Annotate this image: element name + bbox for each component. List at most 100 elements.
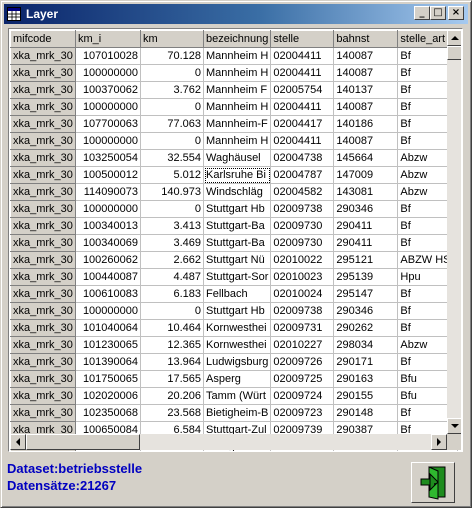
table-cell-km[interactable]: 70.128 [140, 47, 204, 65]
column-header-km[interactable]: km [140, 30, 204, 48]
table-cell-km[interactable]: 0 [140, 98, 204, 116]
table-cell-mifcode[interactable]: xka_mrk_30 [10, 404, 76, 422]
table-row[interactable]: xka_mrk_30 100000000 0 Stuttgart Hb 02009738… [10, 200, 459, 218]
table-cell-stelle[interactable]: 02009725 [270, 370, 335, 388]
table-cell-mifcode[interactable]: xka_mrk_30 [10, 98, 76, 116]
table-cell-bahnst[interactable]: 290262 [333, 319, 399, 337]
table-cell-km[interactable]: 32.554 [140, 149, 204, 167]
table-cell-stelle[interactable]: 02009738 [270, 302, 335, 320]
table-row[interactable]: xka_mrk_30 107010028 70.128 Mannheim H 02004… [10, 47, 459, 65]
table-cell-bahnst[interactable]: 290148 [333, 404, 399, 422]
table-cell-mifcode[interactable]: xka_mrk_30 [10, 166, 76, 184]
table-cell-stelle[interactable]: 02004582 [270, 183, 335, 201]
table-cell-km[interactable]: 6.183 [140, 285, 204, 303]
table-cell-bezeichnung[interactable]: Fellbach [203, 285, 272, 303]
table-cell-bezeichnung[interactable]: Stuttgart Nü [203, 251, 272, 269]
table-cell-km-i[interactable]: 100500012 [75, 166, 141, 184]
table-cell-km[interactable]: 13.964 [140, 353, 204, 371]
table-cell-stelle[interactable]: 02009738 [270, 200, 335, 218]
table-cell-bezeichnung[interactable]: Mannheim F [203, 81, 272, 99]
table-cell-km-i[interactable]: 101040064 [75, 319, 141, 337]
table-cell-stelle[interactable]: 02010227 [270, 336, 335, 354]
table-cell-bahnst[interactable]: 140087 [333, 132, 399, 150]
table-cell-km-i[interactable]: 100370062 [75, 81, 141, 99]
table-cell-km-i[interactable]: 101230065 [75, 336, 141, 354]
table-cell-bezeichnung[interactable]: Bietigheim-B [203, 404, 272, 422]
table-cell-bezeichnung[interactable]: Stuttgart Hb [203, 302, 272, 320]
table-cell-bahnst[interactable]: 290163 [333, 370, 399, 388]
table-cell-km-i[interactable]: 101750065 [75, 370, 141, 388]
table-cell-mifcode[interactable]: xka_mrk_30 [10, 353, 76, 371]
table-cell-bahnst[interactable]: 140186 [333, 115, 399, 133]
table-cell-stelle[interactable]: 02010024 [270, 285, 335, 303]
table-cell-km[interactable]: 2.662 [140, 251, 204, 269]
table-cell-bahnst[interactable]: 140087 [333, 47, 399, 65]
table-row[interactable]: xka_mrk_30 100000000 0 Mannheim H 02004411 14… [10, 98, 459, 116]
table-cell-km-i[interactable]: 107010028 [75, 47, 141, 65]
table-cell-bahnst[interactable]: 147009 [333, 166, 399, 184]
table-row[interactable]: xka_mrk_30 100000000 0 Stuttgart Hb 02009738… [10, 302, 459, 320]
column-header-mifcode[interactable]: mifcode [10, 30, 76, 48]
table-cell-mifcode[interactable]: xka_mrk_30 [10, 115, 76, 133]
table-cell-stelle[interactable]: 02010022 [270, 251, 335, 269]
column-header-bezeichnung[interactable]: bezeichnung [202, 30, 272, 48]
table-row[interactable]: xka_mrk_30 100340013 3.413 Stuttgart-Ba 0200… [10, 217, 459, 235]
table-cell-stelle[interactable]: 02009724 [270, 387, 335, 405]
table-cell-bahnst[interactable]: 290411 [333, 234, 399, 252]
table-cell-bahnst[interactable]: 290155 [333, 387, 399, 405]
table-cell-stelle[interactable]: 02004787 [270, 166, 335, 184]
table-cell-bezeichnung[interactable]: Waghäusel [203, 149, 272, 167]
table-cell-mifcode[interactable]: xka_mrk_30 [10, 370, 76, 388]
table-cell-km-i[interactable]: 100340013 [75, 217, 141, 235]
table-row[interactable]: xka_mrk_30 100370062 3.762 Mannheim F 020057… [10, 81, 459, 99]
table-cell-km[interactable]: 0 [140, 302, 204, 320]
table-cell-stelle[interactable]: 02005754 [270, 81, 335, 99]
table-cell-stelle[interactable]: 02004411 [270, 64, 335, 82]
table-cell-mifcode[interactable]: xka_mrk_30 [10, 302, 76, 320]
table-cell-stelle[interactable]: 02009726 [270, 353, 335, 371]
table-cell-mifcode[interactable]: xka_mrk_30 [10, 149, 76, 167]
table-cell-bezeichnung[interactable]: Stuttgart-Ba [203, 234, 272, 252]
table-cell-km[interactable]: 10.464 [140, 319, 204, 337]
column-header-km-i[interactable]: km_i [75, 30, 141, 48]
table-cell-stelle[interactable]: 02010023 [270, 268, 335, 286]
table-row[interactable]: xka_mrk_30 100500012 5.012 Karlsruhe Bi 0200… [10, 166, 459, 184]
table-row[interactable]: xka_mrk_30 107700063 77.063 Mannheim-F 02004… [10, 115, 459, 133]
table-row[interactable]: xka_mrk_30 100260062 2.662 Stuttgart Nü 0201… [10, 251, 459, 269]
table-cell-mifcode[interactable]: xka_mrk_30 [10, 251, 76, 269]
table-row[interactable]: xka_mrk_30 101750065 17.565 Asperg 02009725 2… [10, 370, 459, 388]
table-cell-mifcode[interactable]: xka_mrk_30 [10, 319, 76, 337]
table-cell-km-i[interactable]: 102020006 [75, 387, 141, 405]
table-cell-bahnst[interactable]: 290171 [333, 353, 399, 371]
table-cell-km[interactable]: 77.063 [140, 115, 204, 133]
table-cell-bezeichnung[interactable]: Mannheim H [203, 47, 272, 65]
table-cell-km[interactable]: 0 [140, 200, 204, 218]
table-cell-stelle[interactable]: 02004411 [270, 47, 335, 65]
table-cell-km[interactable]: 4.487 [140, 268, 204, 286]
table-row[interactable]: xka_mrk_30 102350068 23.568 Bietigheim-B 020… [10, 404, 459, 422]
column-header-stelle[interactable]: stelle [270, 30, 335, 48]
vertical-scroll-thumb[interactable] [447, 46, 461, 60]
scroll-down-button[interactable] [447, 418, 461, 434]
table-cell-km[interactable]: 0 [140, 132, 204, 150]
table-cell-km-i[interactable]: 100000000 [75, 132, 141, 150]
table-row[interactable]: xka_mrk_30 103250054 32.554 Waghäusel 020047… [10, 149, 459, 167]
table-cell-bahnst[interactable]: 295139 [333, 268, 399, 286]
table-row[interactable]: xka_mrk_30 101230065 12.365 Kornwesthei 0201… [10, 336, 459, 354]
table-cell-bezeichnung[interactable]: Mannheim H [203, 132, 272, 150]
table-row[interactable]: xka_mrk_30 100000000 0 Mannheim H 02004411 14… [10, 64, 459, 82]
table-cell-km-i[interactable]: 100000000 [75, 64, 141, 82]
table-cell-bezeichnung[interactable]: Kornwesthei [203, 336, 272, 354]
table-cell-mifcode[interactable]: xka_mrk_30 [10, 64, 76, 82]
table-cell-km[interactable]: 3.469 [140, 234, 204, 252]
table-cell-km[interactable]: 5.012 [140, 166, 204, 184]
table-cell-mifcode[interactable]: xka_mrk_30 [10, 336, 76, 354]
table-cell-bahnst[interactable]: 143081 [333, 183, 399, 201]
table-row[interactable]: xka_mrk_30 114090073 140.973 Windschläg 0200… [10, 183, 459, 201]
table-cell-mifcode[interactable]: xka_mrk_30 [10, 81, 76, 99]
table-cell-km-i[interactable]: 114090073 [75, 183, 141, 201]
table-cell-mifcode[interactable]: xka_mrk_30 [10, 217, 76, 235]
table-cell-km-i[interactable]: 100260062 [75, 251, 141, 269]
column-header-bahnst[interactable]: bahnst [333, 30, 399, 48]
exit-button[interactable] [411, 462, 455, 503]
